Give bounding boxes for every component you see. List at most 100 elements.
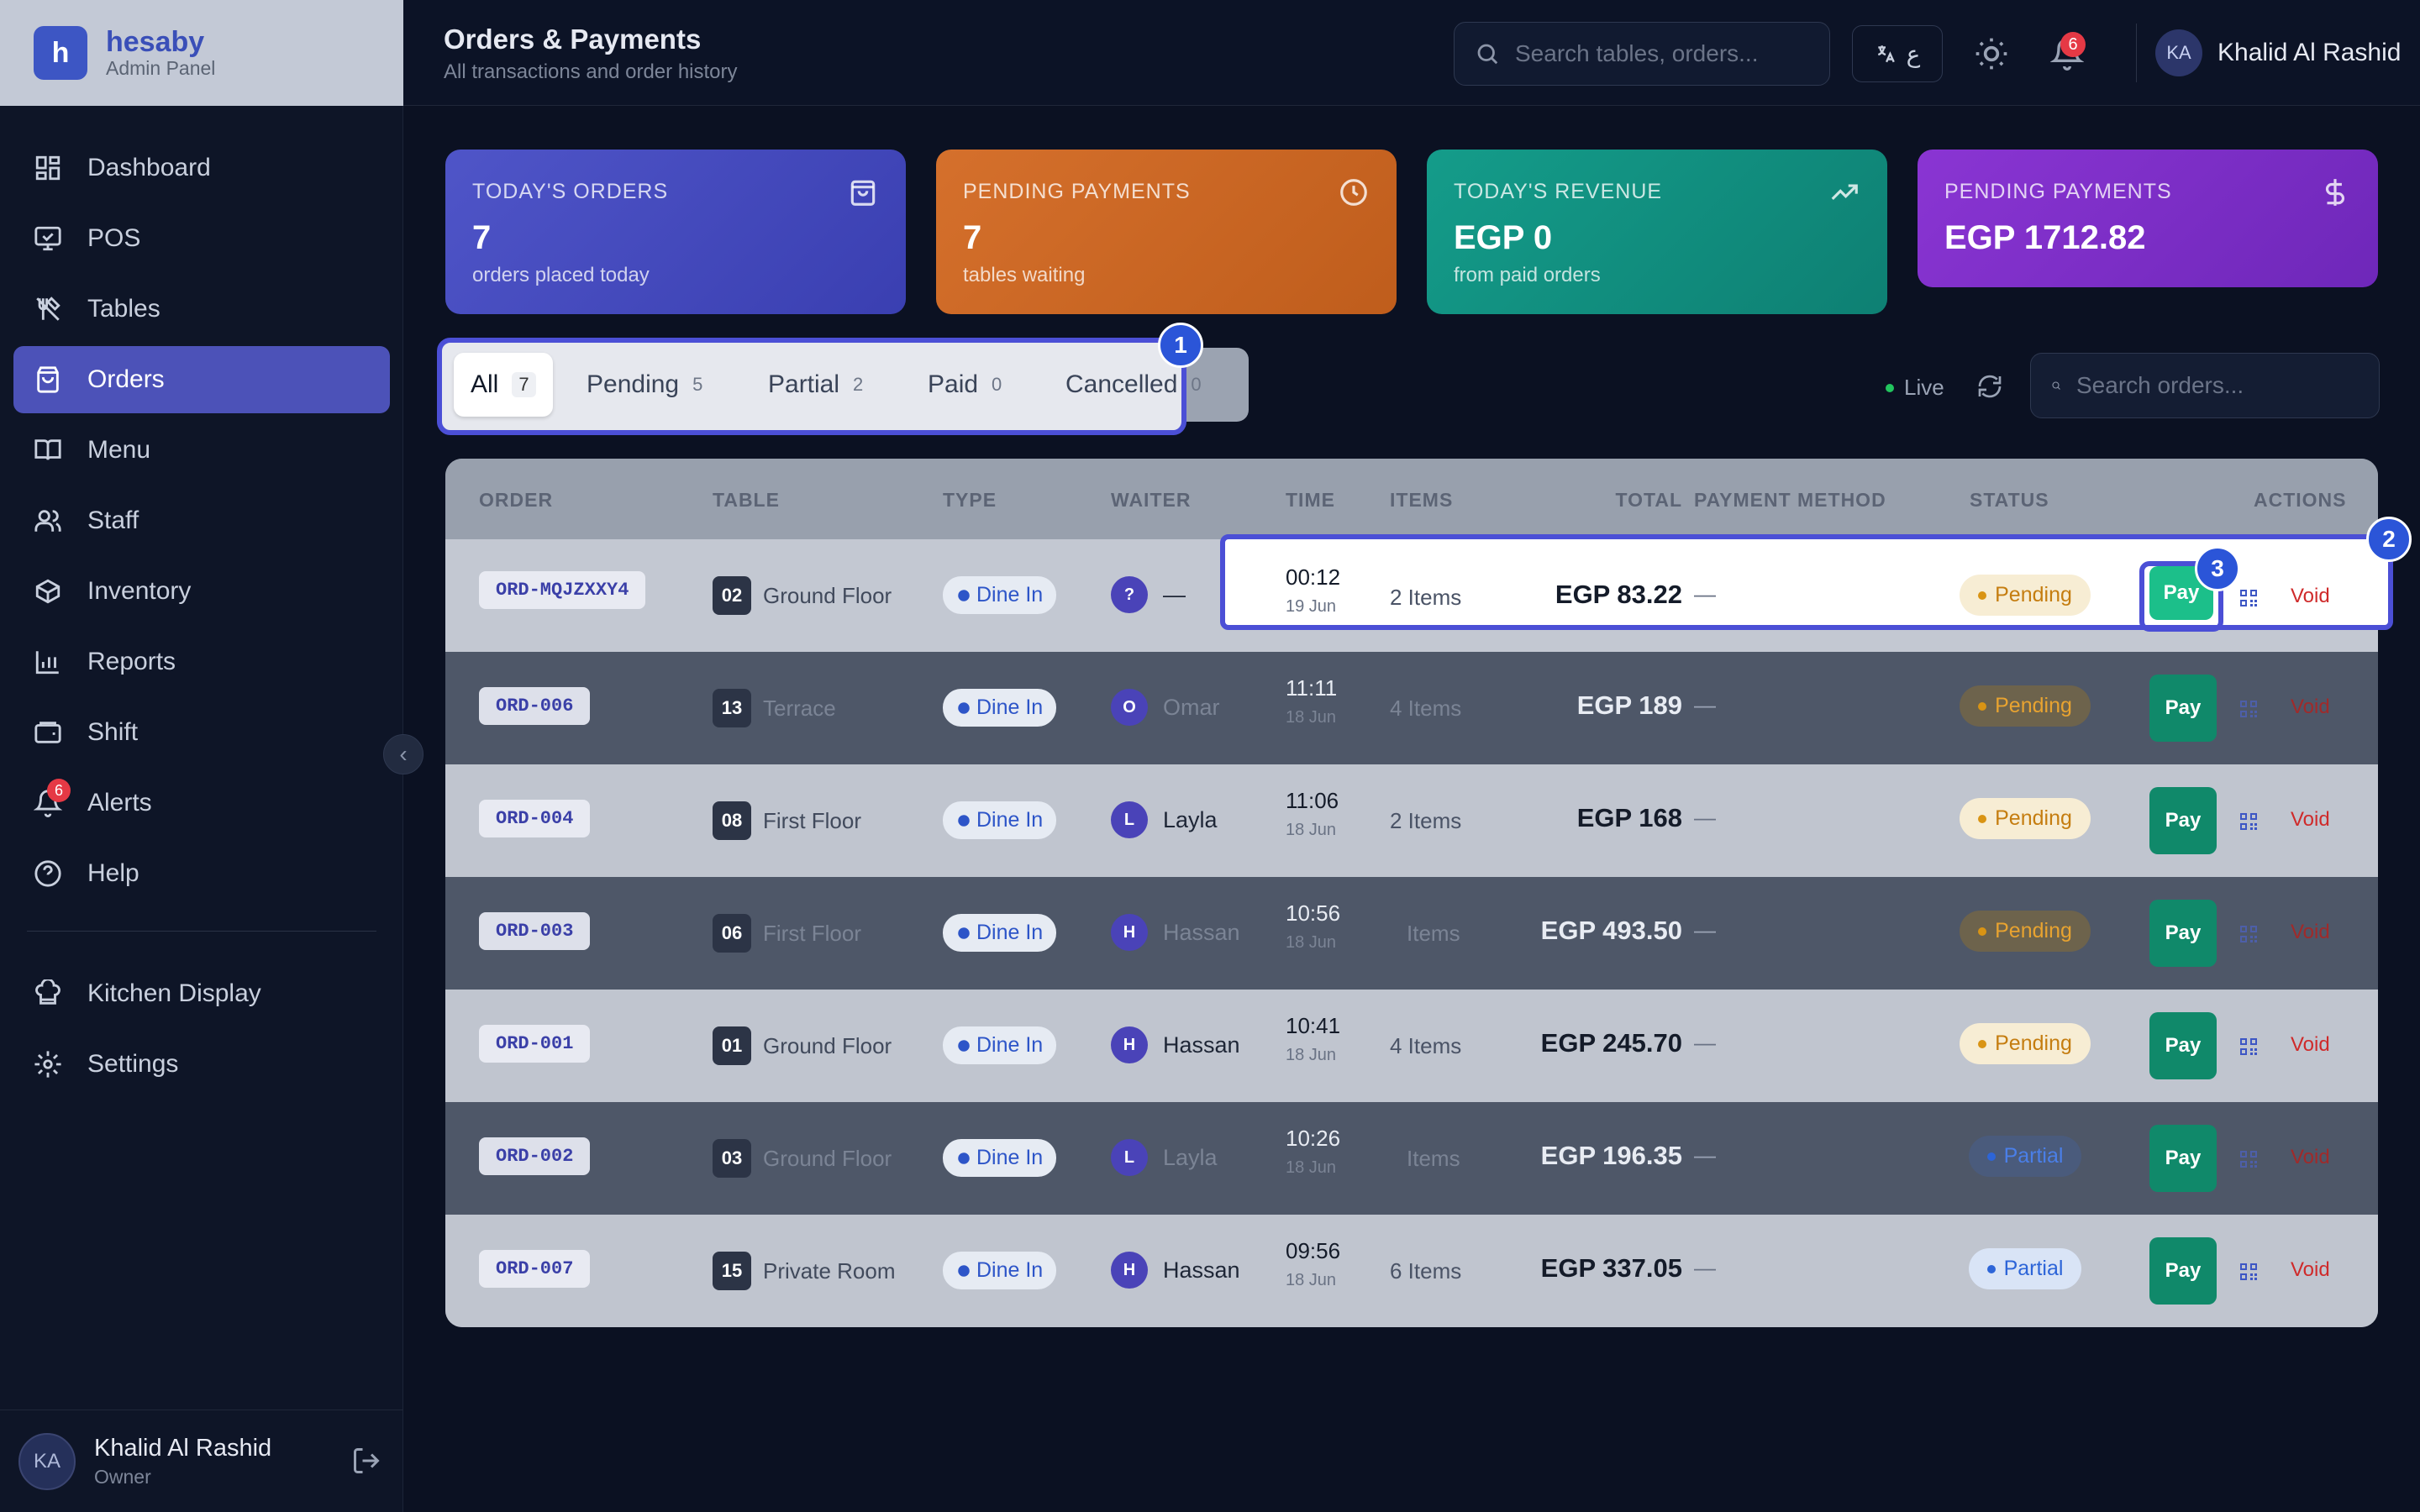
sidebar-item-kitchen-display[interactable]: Kitchen Display — [13, 960, 390, 1027]
order-type-badge: Dine In — [943, 801, 1057, 839]
sidebar-collapse-button[interactable]: ‹ — [383, 734, 424, 774]
pay-button[interactable]: Pay — [2149, 1012, 2217, 1079]
order-id[interactable]: ORD-004 — [479, 800, 591, 837]
items-count: Items — [1407, 1146, 1460, 1171]
filter-tab-paid[interactable]: Paid 0 — [911, 353, 1018, 417]
order-time: 10:56 — [1286, 900, 1341, 926]
filter-tab-all[interactable]: All 7 — [454, 353, 553, 417]
language-toggle-button[interactable]: ع — [1852, 25, 1943, 82]
sidebar-item-shift[interactable]: Shift — [13, 699, 390, 766]
filter-tab-pending[interactable]: Pending 5 — [570, 353, 719, 417]
void-button[interactable]: Void — [2291, 808, 2330, 832]
order-id[interactable]: ORD-007 — [479, 1250, 591, 1288]
table-row[interactable]: ORD-004 08 First Floor Dine In L Layla 11:… — [445, 764, 2378, 877]
order-id[interactable]: ORD-001 — [479, 1025, 591, 1063]
status-badge: Pending — [1960, 1023, 2091, 1064]
global-search-input[interactable] — [1515, 40, 1818, 67]
order-id[interactable]: ORD-003 — [479, 912, 591, 950]
qr-code-icon[interactable] — [2238, 588, 2259, 608]
logout-icon[interactable] — [351, 1446, 381, 1476]
refresh-icon[interactable] — [1976, 373, 2003, 400]
live-dot — [1886, 383, 1894, 392]
sidebar-item-settings[interactable]: Settings — [13, 1031, 390, 1098]
bell-icon: 6 — [34, 779, 71, 817]
pay-button[interactable]: Pay — [2149, 675, 2217, 742]
stat-label: PENDING PAYMENTS — [1944, 180, 2172, 203]
filter-tab-partial[interactable]: Partial 2 — [751, 353, 880, 417]
monitor-icon — [34, 224, 62, 253]
waiter-name: Layla — [1163, 1144, 1218, 1170]
order-total: EGP 168 — [1576, 803, 1682, 832]
orders-search[interactable] — [2030, 353, 2380, 418]
sidebar-item-reports[interactable]: Reports — [13, 628, 390, 696]
items-count: Items — [1407, 921, 1460, 946]
sidebar-item-tables[interactable]: Tables — [13, 276, 390, 343]
sidebar: h hesaby Admin Panel Dashboard POS Table… — [0, 0, 403, 1512]
sidebar-user: KA Khalid Al Rashid Owner — [0, 1410, 403, 1512]
pay-button[interactable]: Pay — [2149, 1237, 2217, 1305]
stat-sub: tables waiting — [963, 264, 1086, 286]
qr-code-icon[interactable] — [2238, 699, 2259, 719]
sidebar-item-orders[interactable]: Orders — [13, 346, 390, 413]
sun-icon[interactable] — [1973, 35, 2010, 72]
table-row[interactable]: ORD-007 15 Private Room Dine In H Hassan 0… — [445, 1215, 2378, 1327]
order-id[interactable]: ORD-002 — [479, 1137, 591, 1175]
stat-card-pending-amount: PENDING PAYMENTS EGP 1712.82 — [1918, 150, 2378, 287]
brand[interactable]: h hesaby Admin Panel — [0, 0, 403, 106]
sidebar-item-menu[interactable]: Menu — [13, 417, 390, 484]
void-button[interactable]: Void — [2291, 1033, 2330, 1057]
pay-button[interactable]: Pay — [2149, 1125, 2217, 1192]
order-type-badge: Dine In — [943, 914, 1057, 952]
sidebar-item-dashboard[interactable]: Dashboard — [13, 134, 390, 202]
void-button[interactable]: Void — [2291, 921, 2330, 944]
column-header-time: TIME — [1286, 489, 1335, 511]
qr-code-icon[interactable] — [2238, 811, 2259, 832]
void-button[interactable]: Void — [2291, 585, 2330, 608]
table-number: 08 — [713, 801, 751, 840]
waiter-name: Layla — [1163, 806, 1218, 832]
order-id[interactable]: ORD-006 — [479, 687, 591, 725]
sidebar-item-label: Alerts — [87, 789, 152, 816]
sidebar-item-pos[interactable]: POS — [13, 205, 390, 272]
sidebar-item-staff[interactable]: Staff — [13, 487, 390, 554]
order-date: 18 Jun — [1286, 708, 1337, 727]
sidebar-item-help[interactable]: Help — [13, 840, 390, 907]
filter-tab-label: Paid — [928, 370, 979, 398]
void-button[interactable]: Void — [2291, 696, 2330, 719]
sidebar-item-alerts[interactable]: 6 Alerts — [13, 769, 390, 837]
table-row[interactable]: ORD-001 01 Ground Floor Dine In H Hassan 1… — [445, 990, 2378, 1102]
order-type-label: Dine In — [976, 808, 1044, 832]
void-button[interactable]: Void — [2291, 1258, 2330, 1282]
dine-in-icon — [958, 927, 970, 939]
table-row[interactable]: ORD-002 03 Ground Floor Dine In L Layla 10… — [445, 1102, 2378, 1215]
stat-label: TODAY'S REVENUE — [1454, 180, 1663, 203]
orders-search-input[interactable] — [2076, 372, 2379, 399]
brand-name: hesaby — [106, 26, 205, 58]
dine-in-icon — [958, 1152, 970, 1164]
qr-code-icon[interactable] — [2238, 1262, 2259, 1282]
filter-tab-count: 5 — [692, 374, 703, 395]
table-area: Ground Floor — [763, 1032, 892, 1058]
qr-code-icon[interactable] — [2238, 1037, 2259, 1057]
order-id[interactable]: ORD-MQJZXXY4 — [479, 571, 646, 609]
table-row[interactable]: ORD-006 13 Terrace Dine In O Omar 11:11 18 … — [445, 652, 2378, 764]
waiter-name: Hassan — [1163, 1257, 1240, 1283]
sidebar-item-label: Reports — [87, 648, 176, 675]
sidebar-item-inventory[interactable]: Inventory — [13, 558, 390, 625]
pay-button[interactable]: Pay — [2149, 900, 2217, 967]
column-header-waiter: WAITER — [1111, 489, 1192, 511]
qr-code-icon[interactable] — [2238, 1149, 2259, 1169]
table-row[interactable]: ORD-003 06 First Floor Dine In H Hassan 10… — [445, 877, 2378, 990]
dine-in-icon — [958, 814, 970, 827]
clock-icon — [1340, 179, 1367, 206]
order-total: EGP 83.22 — [1555, 580, 1682, 609]
avatar[interactable]: KA — [18, 1432, 76, 1490]
status-badge: Pending — [1960, 911, 2091, 952]
qr-code-icon[interactable] — [2238, 924, 2259, 944]
pay-button[interactable]: Pay — [2149, 787, 2217, 854]
order-date: 18 Jun — [1286, 821, 1337, 839]
header-user-name: Khalid Al Rashid — [2217, 39, 2402, 66]
void-button[interactable]: Void — [2291, 1146, 2330, 1169]
header-user-menu[interactable]: KA Khalid Al Rashid — [2136, 24, 2401, 82]
global-search[interactable] — [1454, 22, 1830, 86]
